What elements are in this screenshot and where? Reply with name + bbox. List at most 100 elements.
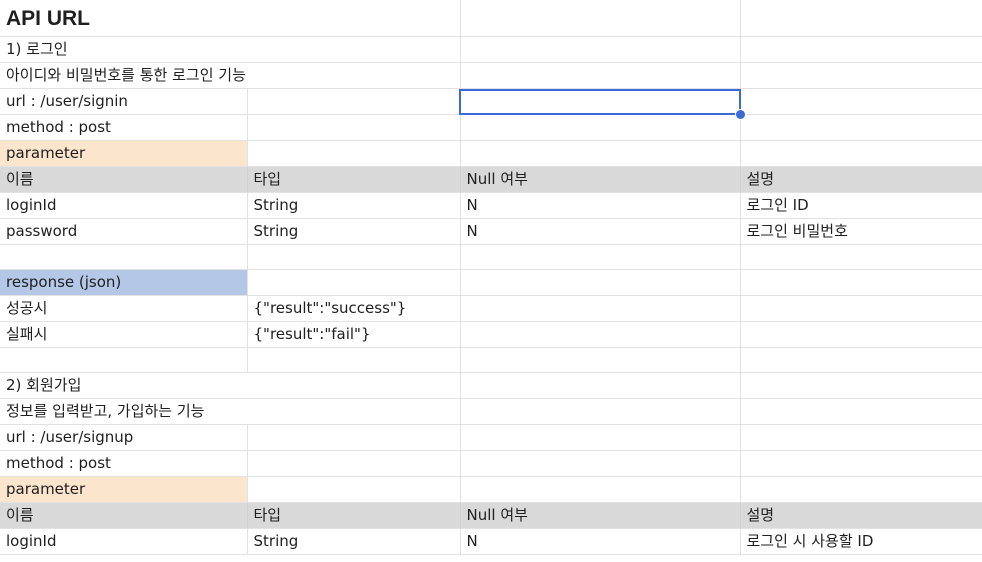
- cell[interactable]: [247, 450, 461, 477]
- param-type[interactable]: String: [247, 218, 461, 245]
- param-type[interactable]: String: [247, 192, 461, 219]
- response-case[interactable]: 성공시: [0, 295, 248, 322]
- cell[interactable]: [247, 36, 461, 63]
- header-description[interactable]: 설명: [740, 166, 982, 193]
- cell[interactable]: [740, 372, 982, 399]
- param-type[interactable]: String: [247, 528, 461, 555]
- cell[interactable]: [460, 0, 741, 37]
- param-null[interactable]: N: [460, 192, 741, 219]
- sheet-row: parameter: [0, 140, 982, 167]
- cell[interactable]: [740, 424, 982, 451]
- param-name[interactable]: password: [0, 218, 248, 245]
- cell[interactable]: [247, 244, 461, 270]
- cell[interactable]: [740, 269, 982, 296]
- cell[interactable]: [460, 347, 741, 373]
- header-description[interactable]: 설명: [740, 502, 982, 529]
- cell[interactable]: [0, 347, 248, 373]
- header-type[interactable]: 타입: [247, 166, 461, 193]
- cell[interactable]: [247, 62, 461, 89]
- cell[interactable]: [460, 62, 741, 89]
- description-signin[interactable]: 아이디와 비밀번호를 통한 로그인 기능: [0, 62, 247, 89]
- header-null[interactable]: Null 여부: [460, 502, 741, 529]
- cell[interactable]: [247, 424, 461, 451]
- cell[interactable]: [740, 62, 982, 89]
- cell[interactable]: [740, 0, 982, 37]
- section-heading-signin[interactable]: 1) 로그인: [0, 36, 247, 63]
- header-type[interactable]: 타입: [247, 502, 461, 529]
- description-signup[interactable]: 정보를 입력받고, 가입하는 기능: [0, 398, 247, 425]
- sheet-row: 정보를 입력받고, 가입하는 기능: [0, 398, 982, 425]
- param-null[interactable]: N: [460, 218, 741, 245]
- response-label-signin[interactable]: response (json): [0, 269, 248, 296]
- cell[interactable]: [460, 295, 741, 322]
- cell[interactable]: [247, 476, 461, 503]
- param-null[interactable]: N: [460, 528, 741, 555]
- sheet-row: parameter: [0, 476, 982, 503]
- cell[interactable]: [460, 140, 741, 167]
- cell[interactable]: [740, 244, 982, 270]
- cell[interactable]: [247, 88, 461, 115]
- url-signin[interactable]: url : /user/signin: [0, 88, 248, 115]
- cell[interactable]: [740, 347, 982, 373]
- param-description[interactable]: 로그인 ID: [740, 192, 982, 219]
- sheet-row: url : /user/signup: [0, 424, 982, 451]
- cell[interactable]: [460, 424, 741, 451]
- sheet-title[interactable]: API URL: [0, 0, 247, 37]
- header-name[interactable]: 이름: [0, 502, 248, 529]
- cell[interactable]: [740, 36, 982, 63]
- parameter-label-signup[interactable]: parameter: [0, 476, 248, 503]
- sheet-row: API URL: [0, 0, 982, 37]
- cell[interactable]: [740, 295, 982, 322]
- cell[interactable]: [740, 450, 982, 477]
- cell[interactable]: [460, 372, 741, 399]
- param-header-row: 이름 타입 Null 여부 설명: [0, 502, 982, 529]
- cell[interactable]: [740, 476, 982, 503]
- cell[interactable]: [247, 398, 461, 425]
- cell[interactable]: [247, 114, 461, 141]
- cell[interactable]: [460, 244, 741, 270]
- method-signup[interactable]: method : post: [0, 450, 248, 477]
- header-null[interactable]: Null 여부: [460, 166, 741, 193]
- section-heading-signup[interactable]: 2) 회원가입: [0, 372, 247, 399]
- cell[interactable]: [460, 450, 741, 477]
- cell[interactable]: [740, 398, 982, 425]
- response-case[interactable]: 실패시: [0, 321, 248, 348]
- cell[interactable]: [247, 140, 461, 167]
- param-name[interactable]: loginId: [0, 192, 248, 219]
- cell[interactable]: [460, 398, 741, 425]
- cell[interactable]: [460, 36, 741, 63]
- sheet-row: method : post: [0, 450, 982, 477]
- cell[interactable]: [740, 140, 982, 167]
- response-body[interactable]: {"result":"fail"}: [247, 321, 461, 348]
- response-body[interactable]: {"result":"success"}: [247, 295, 461, 322]
- cell[interactable]: [0, 244, 248, 270]
- sheet-row: [0, 244, 982, 270]
- cell[interactable]: [460, 269, 741, 296]
- cell[interactable]: [247, 0, 461, 37]
- method-signin[interactable]: method : post: [0, 114, 248, 141]
- param-description[interactable]: 로그인 시 사용할 ID: [740, 528, 982, 555]
- cell[interactable]: [247, 347, 461, 373]
- sheet-row: 1) 로그인: [0, 36, 982, 63]
- param-description[interactable]: 로그인 비밀번호: [740, 218, 982, 245]
- cell[interactable]: [460, 476, 741, 503]
- sheet-row: 2) 회원가입: [0, 372, 982, 399]
- cell[interactable]: [740, 114, 982, 141]
- parameter-label-signin[interactable]: parameter: [0, 140, 248, 167]
- cell[interactable]: [460, 114, 741, 141]
- cell[interactable]: [740, 321, 982, 348]
- param-header-row: 이름 타입 Null 여부 설명: [0, 166, 982, 193]
- url-signup[interactable]: url : /user/signup: [0, 424, 248, 451]
- cell[interactable]: [247, 269, 461, 296]
- param-name[interactable]: loginId: [0, 528, 248, 555]
- cell[interactable]: [460, 321, 741, 348]
- fill-handle[interactable]: [735, 109, 746, 120]
- sheet-table: API URL 1) 로그인 아이디와 비밀번호를 통한 로그인 기능 url …: [0, 0, 982, 555]
- sheet-row: [0, 347, 982, 373]
- header-name[interactable]: 이름: [0, 166, 248, 193]
- cell[interactable]: [247, 372, 461, 399]
- table-row: loginId String N 로그인 시 사용할 ID: [0, 528, 982, 555]
- selected-cell[interactable]: [460, 88, 741, 115]
- cell[interactable]: [740, 88, 982, 115]
- sheet-row: url : /user/signin: [0, 88, 982, 115]
